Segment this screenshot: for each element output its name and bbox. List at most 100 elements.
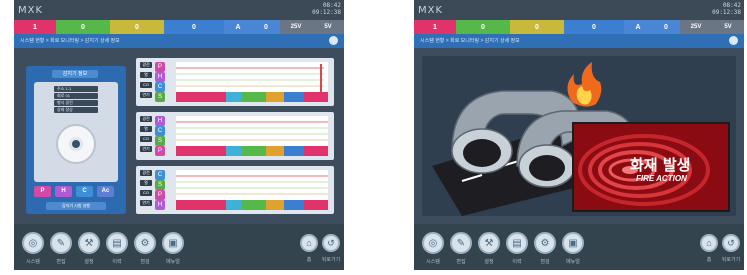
chart-label: CO xyxy=(140,82,152,88)
wrench-icon: ⚒ xyxy=(84,237,94,249)
tile-heat[interactable]: H xyxy=(55,186,72,197)
home-icon: ⌂ xyxy=(306,238,312,248)
sensor-chart: 광전 열 CO 연기 C S P H xyxy=(136,166,334,214)
settings-button[interactable]: ⚒ xyxy=(478,232,500,254)
alarm-title-korean: 화재 발생 xyxy=(630,156,691,174)
chart-plot xyxy=(176,62,328,102)
pencil-icon: ✎ xyxy=(56,237,66,249)
top-bar: MXK 08:42 09:12:38 xyxy=(14,0,344,20)
status-segment[interactable]: 0 xyxy=(456,20,510,34)
bottom-toolbar: ◎ 시스템 ✎ 편집 ⚒ 설정 ▤ 이력 ⚙ 점검 ▣ 메뉴얼 ⌂ 홈 ↺ 뒤로… xyxy=(14,224,344,270)
settings-dot-icon[interactable] xyxy=(729,36,738,45)
sensor-type-tiles: P H C Ac xyxy=(34,186,118,197)
voltage-25v: 25V xyxy=(680,20,712,34)
chart-badge: S xyxy=(155,180,165,190)
system-button[interactable]: ◎ xyxy=(422,232,444,254)
breadcrumb-bar: 시스템 현황 > 회로 모니터링 > 감지기 상세 정보 xyxy=(14,34,344,48)
sensor-chart: 광전 열 CO 연기 P H C S xyxy=(136,58,334,106)
sensor-chart: 광전 열 CO 연기 H C S P xyxy=(136,112,334,160)
chart-label: 연기 xyxy=(140,200,152,206)
detector-row: 상태 정상 xyxy=(54,107,98,113)
status-bar: 1 0 0 0 A 0 25V 5V xyxy=(14,20,344,34)
fire-alarm-screen: MXK 08:42 09:12:38 1 0 0 0 A 0 25V 5V 시스… xyxy=(414,0,744,270)
status-segment[interactable]: 0 xyxy=(252,20,280,34)
detector-panel: 감지기 정보 주소 1-1 회로 01 형식 광전 상태 정상 P H C Ac… xyxy=(26,66,126,214)
chart-label: 열 xyxy=(140,126,152,132)
tile-photo[interactable]: P xyxy=(34,186,51,197)
main-area: 감지기 정보 주소 1-1 회로 01 형식 광전 상태 정상 P H C Ac… xyxy=(14,48,344,224)
home-button[interactable]: ⌂ xyxy=(700,234,718,252)
fire-scene: 화재 발생 FIRE ACTION xyxy=(422,56,736,216)
status-segment[interactable]: 0 xyxy=(164,20,224,34)
voltage-5v: 5V xyxy=(312,20,344,34)
back-icon: ↺ xyxy=(727,237,735,248)
history-button[interactable]: ▤ xyxy=(506,232,528,254)
chart-label: 열 xyxy=(140,72,152,78)
chart-badge: P xyxy=(155,62,165,72)
system-button[interactable]: ◎ xyxy=(22,232,44,254)
status-bar: 1 0 0 0 A 0 25V 5V xyxy=(414,20,744,34)
status-segment[interactable]: 0 xyxy=(56,20,110,34)
detector-row: 주소 1-1 xyxy=(54,86,98,92)
manual-button[interactable]: ▣ xyxy=(562,232,584,254)
chart-label: CO xyxy=(140,190,152,196)
detector-monitor-screen: MXK 08:42 09:12:38 1 0 0 0 A 0 25V 5V 시스… xyxy=(14,0,344,270)
clock: 08:42 09:12:38 xyxy=(312,2,341,16)
manual-button[interactable]: ▣ xyxy=(162,232,184,254)
history-button[interactable]: ▤ xyxy=(106,232,128,254)
voltage-5v: 5V xyxy=(712,20,744,34)
inspect-button[interactable]: ⚙ xyxy=(534,232,556,254)
inspect-button[interactable]: ⚙ xyxy=(134,232,156,254)
printer-icon: ▤ xyxy=(112,237,122,249)
detector-test-button[interactable]: 감지기 시험 실행 xyxy=(46,202,106,210)
back-button[interactable]: ↺ xyxy=(722,234,740,252)
document-icon: ▣ xyxy=(168,237,178,249)
chart-badge: S xyxy=(155,92,165,102)
chart-badge: S xyxy=(155,136,165,146)
smoke-detector-icon xyxy=(56,124,96,164)
status-segment[interactable]: 0 xyxy=(652,20,680,34)
tile-ac[interactable]: Ac xyxy=(97,186,114,197)
globe-icon: ◎ xyxy=(428,237,438,249)
status-segment[interactable]: 0 xyxy=(564,20,624,34)
alarm-title-english: FIRE ACTION xyxy=(636,174,687,183)
settings-dot-icon[interactable] xyxy=(329,36,338,45)
chart-label: 광전 xyxy=(140,62,152,68)
chart-badge: H xyxy=(155,200,165,210)
status-segment[interactable]: 0 xyxy=(110,20,164,34)
detector-row: 회로 01 xyxy=(54,93,98,99)
clock: 08:42 09:12:38 xyxy=(712,2,741,16)
breadcrumb-bar: 시스템 현황 > 회로 모니터링 > 감지기 상세 정보 xyxy=(414,34,744,48)
gear-icon: ⚙ xyxy=(140,237,150,249)
tile-co[interactable]: C xyxy=(76,186,93,197)
status-segment[interactable]: 0 xyxy=(510,20,564,34)
chart-badge: C xyxy=(155,82,165,92)
breadcrumb: 시스템 현황 > 회로 모니터링 > 감지기 상세 정보 xyxy=(420,38,520,44)
chart-label: 광전 xyxy=(140,170,152,176)
fire-alarm-panel[interactable]: 화재 발생 FIRE ACTION xyxy=(572,122,730,212)
main-area: 화재 발생 FIRE ACTION xyxy=(414,48,744,224)
chart-badge: C xyxy=(155,170,165,180)
status-segment[interactable]: 1 xyxy=(414,20,456,34)
clock-time: 09:12:38 xyxy=(312,9,341,16)
detector-info: 주소 1-1 회로 01 형식 광전 상태 정상 xyxy=(34,82,118,182)
settings-button[interactable]: ⚒ xyxy=(78,232,100,254)
edit-button[interactable]: ✎ xyxy=(50,232,72,254)
edit-button[interactable]: ✎ xyxy=(450,232,472,254)
chart-plot xyxy=(176,170,328,210)
status-segment[interactable]: 1 xyxy=(14,20,56,34)
chart-plot xyxy=(176,116,328,156)
chart-badge: P xyxy=(155,190,165,200)
chart-label: 광전 xyxy=(140,116,152,122)
status-segment[interactable]: A xyxy=(224,20,252,34)
globe-icon: ◎ xyxy=(28,237,38,249)
back-icon: ↺ xyxy=(327,237,335,248)
voltage-25v: 25V xyxy=(280,20,312,34)
pencil-icon: ✎ xyxy=(456,237,466,249)
chart-label: 열 xyxy=(140,180,152,186)
home-icon: ⌂ xyxy=(706,238,712,248)
back-button[interactable]: ↺ xyxy=(322,234,340,252)
status-segment[interactable]: A xyxy=(624,20,652,34)
top-bar: MXK 08:42 09:12:38 xyxy=(414,0,744,20)
home-button[interactable]: ⌂ xyxy=(300,234,318,252)
